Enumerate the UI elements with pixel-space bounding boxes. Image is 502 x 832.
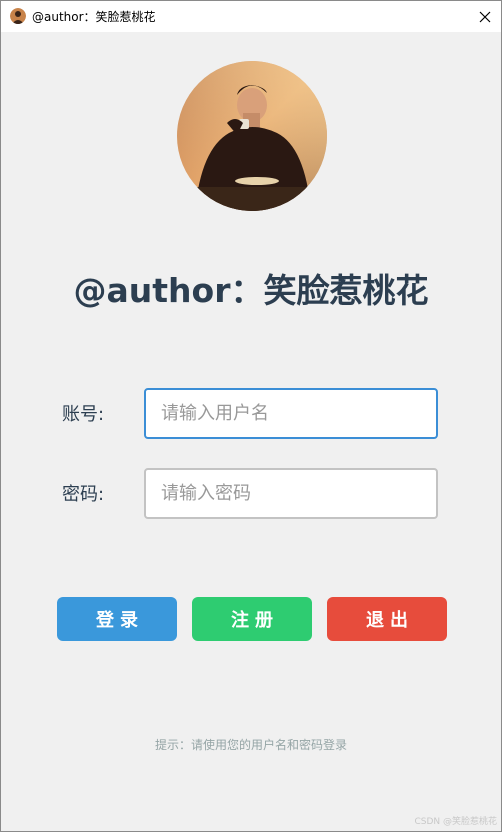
login-window: @author：笑脸惹桃花 @author：笑脸惹桃花 账号: 请输入用户名 密… bbox=[0, 0, 502, 832]
exit-button[interactable]: 退出 bbox=[327, 597, 447, 641]
app-icon bbox=[10, 8, 26, 24]
login-button[interactable]: 登录 bbox=[57, 597, 177, 641]
avatar bbox=[177, 61, 327, 211]
password-input[interactable] bbox=[144, 468, 438, 519]
login-hint: 提示：请使用您的用户名和密码登录 bbox=[154, 738, 347, 752]
page-title: @author：笑脸惹桃花 bbox=[73, 271, 429, 310]
username-label: 账号: bbox=[62, 404, 105, 425]
register-button[interactable]: 注册 bbox=[192, 597, 312, 641]
title-bar[interactable]: @author：笑脸惹桃花 bbox=[1, 1, 501, 32]
close-button[interactable] bbox=[469, 1, 501, 32]
close-icon bbox=[479, 11, 491, 22]
window-title: @author：笑脸惹桃花 bbox=[32, 10, 156, 24]
watermark: CSDN @笑脸惹桃花 bbox=[414, 817, 497, 827]
username-input[interactable] bbox=[144, 388, 438, 439]
password-label: 密码: bbox=[62, 484, 105, 505]
